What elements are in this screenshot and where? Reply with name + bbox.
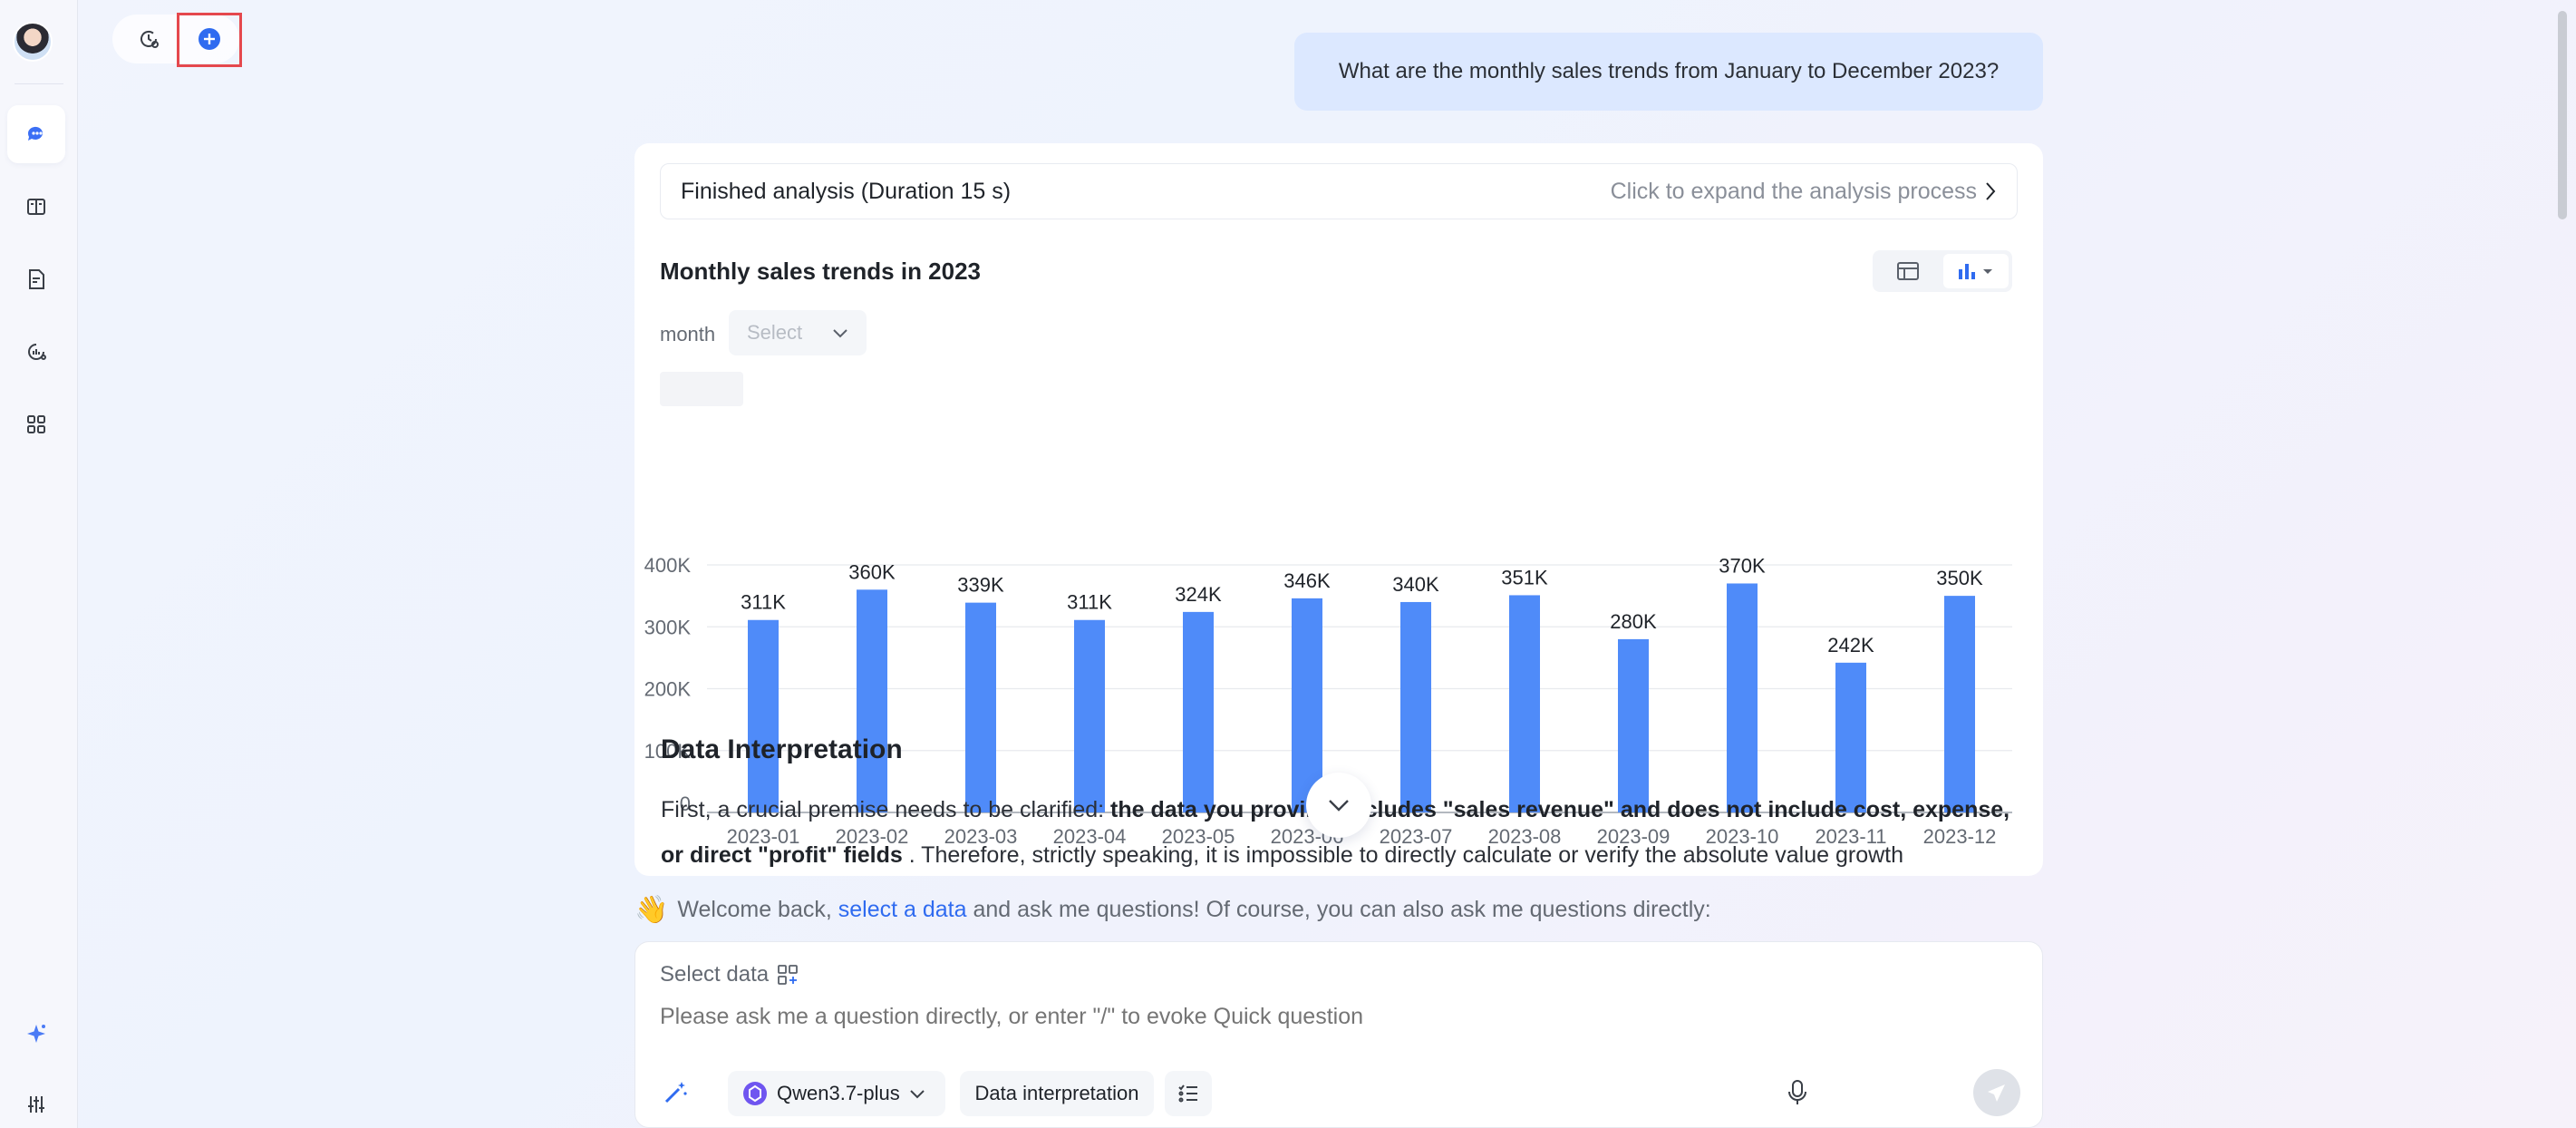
interpretation-bold-a: the data you provi — [1110, 797, 1306, 822]
model-logo-icon — [743, 1082, 767, 1105]
select-data-button[interactable]: Select data — [660, 962, 799, 987]
left-nav-rail — [0, 0, 78, 1128]
y-tick-label: 400K — [644, 554, 692, 577]
bar[interactable] — [857, 589, 887, 812]
welcome-line: 👋 Welcome back, select a data and ask me… — [634, 894, 1711, 926]
page-scrollbar[interactable] — [2549, 0, 2576, 1128]
divider — [15, 83, 63, 84]
scrollbar-thumb[interactable] — [2558, 11, 2567, 219]
table-view-button[interactable] — [1878, 254, 1938, 288]
scroll-down-button[interactable] — [1306, 773, 1371, 838]
bar-value-label: 339K — [957, 574, 1004, 597]
user-question-bubble: What are the monthly sales trends from J… — [1294, 33, 2043, 111]
chevron-down-icon — [833, 329, 847, 338]
bar-value-label: 311K — [741, 591, 786, 614]
bar-value-label: 340K — [1392, 573, 1439, 596]
select-data-link[interactable]: select a data — [838, 897, 967, 922]
interpretation-text-b: . Therefore, strictly speaking, it is im… — [902, 842, 1903, 868]
bar-value-label: 350K — [1936, 567, 1983, 589]
bar-value-label: 242K — [1827, 634, 1874, 656]
analysis-status-bar[interactable]: Finished analysis (Duration 15 s) Click … — [660, 163, 2018, 219]
send-icon — [1988, 1084, 2005, 1102]
book-icon[interactable] — [7, 178, 65, 236]
mode-button[interactable]: Data interpretation — [960, 1071, 1154, 1116]
chevron-down-icon — [1329, 800, 1349, 812]
history-icon[interactable] — [134, 24, 163, 53]
month-filter-label: month — [660, 323, 716, 345]
bar-chart-icon — [1959, 264, 1992, 279]
select-data-label: Select data — [660, 962, 770, 987]
apps-icon[interactable] — [7, 395, 65, 453]
input-toolbar: Qwen3.7-plus Data interpretation — [657, 1067, 2020, 1118]
list-icon — [1178, 1084, 1197, 1103]
bar[interactable] — [1509, 595, 1540, 812]
table-icon — [1897, 262, 1919, 280]
bar-value-label: 324K — [1175, 583, 1222, 606]
chevron-down-icon — [910, 1090, 925, 1099]
bar[interactable] — [1183, 611, 1214, 812]
bar-value-label: 351K — [1501, 566, 1548, 588]
chevron-right-icon — [1986, 182, 1996, 200]
analysis-status: Finished analysis (Duration 15 s) — [681, 178, 1012, 204]
view-toggle — [1873, 250, 2012, 292]
bar[interactable] — [1944, 596, 1975, 812]
report-icon[interactable] — [7, 250, 65, 308]
question-input[interactable] — [660, 1004, 2001, 1030]
chat-input-box: Select data Qwen3.7-plus Data interpreta… — [634, 941, 2043, 1128]
expand-analysis-link[interactable]: Click to expand the analysis process — [1611, 179, 1997, 205]
microphone-icon[interactable] — [1785, 1078, 1810, 1112]
highlight-box — [177, 13, 242, 67]
wave-emoji: 👋 — [634, 895, 669, 925]
bar[interactable] — [1400, 601, 1431, 812]
bar-value-label: 346K — [1283, 569, 1331, 592]
bar-value-label: 370K — [1719, 554, 1766, 577]
bar[interactable] — [1727, 583, 1758, 812]
chart-title: Monthly sales trends in 2023 — [660, 258, 982, 285]
mode-label: Data interpretation — [974, 1082, 1139, 1104]
list-options-button[interactable] — [1165, 1071, 1212, 1116]
avatar[interactable] — [13, 22, 53, 62]
interpretation-title: Data Interpretation — [661, 734, 903, 764]
y-tick-label: 300K — [644, 616, 692, 638]
month-filter-select[interactable]: Select — [729, 310, 867, 355]
y-tick-label: 200K — [644, 678, 692, 701]
settings-sliders-icon[interactable] — [7, 1081, 65, 1128]
bar[interactable] — [965, 602, 996, 812]
analysis-icon[interactable] — [7, 323, 65, 381]
welcome-text: Welcome back, select a data and ask me q… — [677, 897, 1710, 923]
bar[interactable] — [748, 619, 779, 812]
welcome-post: and ask me questions! Of course, you can… — [966, 897, 1711, 922]
bar-value-label: 311K — [1067, 591, 1112, 614]
month-filter-placeholder: Select — [747, 321, 803, 344]
bar[interactable] — [1074, 619, 1105, 812]
bar-value-label: 360K — [848, 560, 896, 583]
sparkle-icon[interactable] — [7, 1005, 65, 1063]
answer-card: Finished analysis (Duration 15 s) Click … — [634, 143, 2043, 876]
interpretation-text-a: First, a crucial premise needs to be cla… — [661, 797, 1111, 822]
model-name: Qwen3.7-plus — [777, 1082, 900, 1104]
send-button[interactable] — [1973, 1069, 2020, 1116]
expand-analysis-label: Click to expand the analysis process — [1610, 178, 1977, 204]
chart-view-button[interactable] — [1943, 254, 2009, 288]
model-selector[interactable]: Qwen3.7-plus — [728, 1071, 945, 1116]
data-grid-icon — [778, 965, 798, 985]
welcome-pre: Welcome back, — [677, 897, 838, 922]
chat-icon[interactable] — [7, 105, 65, 163]
magic-wand-icon[interactable] — [661, 1078, 690, 1112]
bar-value-label: 280K — [1610, 610, 1657, 633]
